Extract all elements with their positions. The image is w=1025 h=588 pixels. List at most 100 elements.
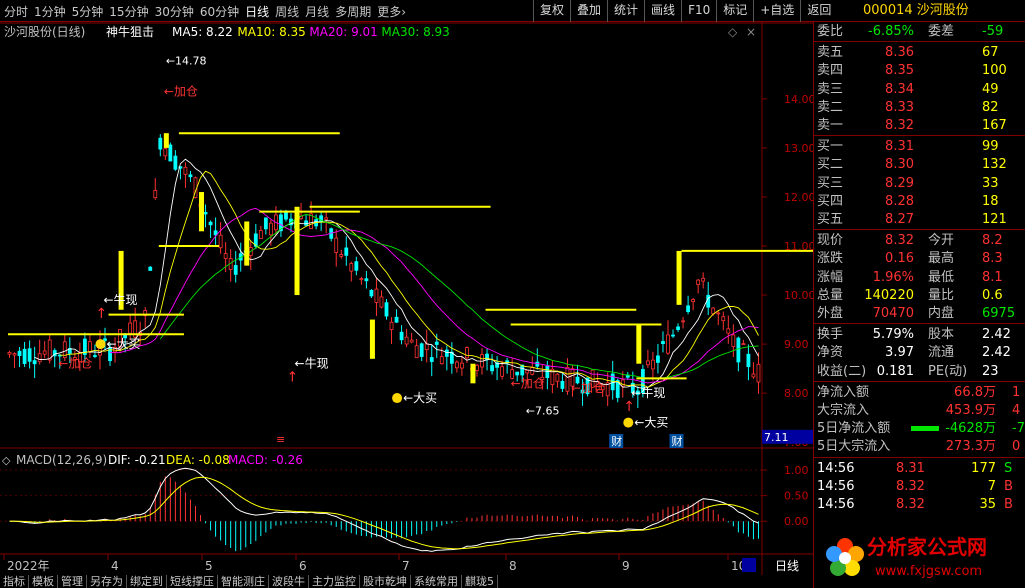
- signal-bar: [676, 250, 682, 305]
- quote-panel: 委比 -6.85% 委差 -59 卖五 8.36 67 卖四 8.35 100 卖三 8.34 49 卖二…: [813, 22, 1025, 588]
- tab-period[interactable]: 60分钟: [200, 5, 239, 19]
- row-value-2: 67: [982, 45, 999, 61]
- row-label: 总量: [817, 287, 844, 303]
- row-value-2: 23: [982, 363, 999, 379]
- candle-body: [465, 347, 469, 359]
- row-value-2: 121: [982, 212, 1007, 227]
- indicator-tab[interactable]: 麒珑5: [462, 575, 498, 588]
- macd-histogram: [14, 476, 759, 552]
- ma-label: MA5: 8.22: [172, 25, 233, 39]
- diamond-icon[interactable]: ◇: [728, 25, 738, 39]
- dif-line: [9, 467, 759, 552]
- candle-body: [459, 362, 464, 369]
- candle-body: [354, 261, 359, 271]
- row-value-2: 0.6: [982, 287, 1003, 303]
- annotation-label: ←加仓: [58, 357, 92, 371]
- row-value: 8.34: [885, 81, 914, 97]
- indicator-tab[interactable]: 股市乾坤: [360, 575, 411, 588]
- indicator-tab[interactable]: 智能测庄: [218, 575, 269, 588]
- kline-chart[interactable]: 沙河股份(日线) 神牛狙击 MA5: 8.22 MA10: 8.35 MA20: 9.0…: [0, 22, 813, 575]
- toolbar-button[interactable]: 统计: [607, 0, 644, 22]
- indicator-tab[interactable]: 模板: [29, 575, 58, 588]
- flow-bar: [911, 426, 939, 432]
- toolbar-button[interactable]: 画线: [644, 0, 681, 22]
- divider: [814, 456, 1025, 458]
- row-value-2: 18: [982, 193, 999, 209]
- candle-body: [721, 316, 726, 322]
- flow-row: 净流入额 66.8万 1: [814, 383, 1025, 402]
- collapse-icon[interactable]: ◇: [2, 454, 11, 467]
- row-label: 现价: [817, 233, 844, 249]
- tick-row: 14:56 8.31 177 S: [814, 459, 1025, 478]
- flow-value: 273.3万: [945, 439, 996, 455]
- tick-price: 8.32: [896, 497, 925, 512]
- annotation-label: ←牛现: [104, 292, 138, 307]
- divider: [814, 323, 1025, 325]
- row-label: 买四: [817, 193, 844, 209]
- candle-body: [93, 355, 97, 357]
- up-arrow-icon: ↑: [623, 399, 635, 415]
- indicator-tab[interactable]: 主力监控: [309, 575, 360, 588]
- candle-body: [153, 190, 158, 199]
- up-arrow-icon: ↑: [96, 306, 108, 322]
- candle-body: [686, 305, 690, 313]
- candle-body: [12, 353, 17, 356]
- period-label: 日线: [775, 559, 799, 573]
- scroll-indicator[interactable]: [742, 558, 756, 572]
- candle-body: [183, 166, 188, 175]
- candle-body: [666, 334, 670, 354]
- candle-body: [128, 322, 133, 334]
- row-label: 委比: [817, 24, 844, 39]
- tick-row: 14:56 8.32 7 B: [814, 477, 1025, 496]
- signal-bar: [244, 221, 250, 266]
- indicator-tab[interactable]: 短线撑压: [167, 575, 218, 588]
- event-marker[interactable]: ≡: [276, 433, 285, 446]
- quote-stat: 涨幅 1.96% 最低 8.1: [814, 268, 1025, 287]
- chart-title: 沙河股份(日线): [4, 25, 85, 39]
- candle-body: [434, 341, 439, 345]
- tab-period[interactable]: 分时: [4, 5, 28, 19]
- flow-row: 大宗流入 453.9万 4: [814, 401, 1025, 420]
- toolbar-button[interactable]: 复权: [533, 0, 570, 22]
- candle-body: [27, 348, 32, 362]
- tab-period[interactable]: 多周期: [335, 5, 371, 19]
- low-price-label: ←7.65: [526, 404, 560, 417]
- date-tick-label: 6: [299, 559, 307, 573]
- indicator-tab[interactable]: 系统常用: [411, 575, 462, 588]
- row-label: 涨幅: [817, 269, 844, 285]
- indicator-tab[interactable]: 另存为: [87, 575, 127, 588]
- candle-body: [379, 296, 384, 308]
- price-tick-label: 14.00: [784, 93, 813, 106]
- toolbar-button[interactable]: 标记: [716, 0, 753, 22]
- row-value: 8.29: [885, 175, 914, 191]
- flow-row: 5日净流入额 -4628万 -7: [814, 419, 1025, 438]
- tick-row: 14:56 8.32 35 B: [814, 495, 1025, 514]
- tab-period[interactable]: 更多›: [377, 5, 406, 19]
- toolbar-button[interactable]: +自选: [753, 0, 800, 22]
- row-value: 8.32: [885, 233, 914, 249]
- macd-dif: DIF: -0.21: [108, 453, 166, 467]
- candle-body: [560, 380, 565, 389]
- tab-period[interactable]: 5分钟: [72, 5, 104, 19]
- signal-bar: [636, 324, 642, 364]
- candle-body: [701, 277, 706, 282]
- toolbar-button[interactable]: F10: [681, 0, 716, 22]
- tab-period[interactable]: 日线: [245, 5, 269, 19]
- tab-period[interactable]: 周线: [275, 5, 299, 19]
- indicator-tab[interactable]: 绑定到: [127, 575, 167, 588]
- candle-body: [681, 320, 685, 323]
- tab-period[interactable]: 1分钟: [34, 5, 66, 19]
- tab-period[interactable]: 30分钟: [155, 5, 194, 19]
- close-icon[interactable]: ×: [746, 25, 756, 39]
- toolbar-button[interactable]: 叠加: [570, 0, 607, 22]
- signal-bar: [163, 133, 169, 148]
- indicator-tab[interactable]: 波段牛: [269, 575, 309, 588]
- indicator-tab[interactable]: 管理: [58, 575, 87, 588]
- row-value: 70470: [872, 306, 914, 321]
- ma-label: MA20: 9.01: [309, 25, 377, 39]
- candle-body: [389, 321, 394, 331]
- tab-period[interactable]: 月线: [305, 5, 329, 19]
- tab-period[interactable]: 15分钟: [109, 5, 148, 19]
- candle-body: [620, 379, 625, 387]
- indicator-tab[interactable]: 指标: [0, 575, 29, 588]
